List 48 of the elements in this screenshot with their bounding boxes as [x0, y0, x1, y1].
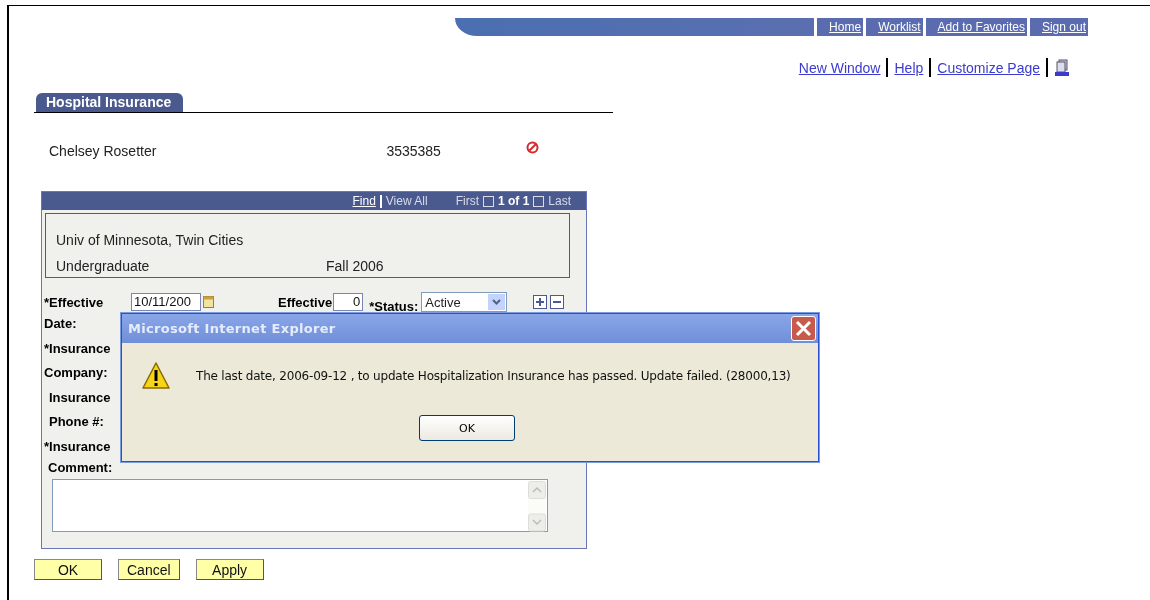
add-row-button[interactable] — [533, 295, 548, 309]
apply-button[interactable]: Apply — [195, 559, 264, 580]
field-label: Date: — [44, 315, 77, 333]
field-label: *Insurance — [44, 339, 111, 358]
student-id: 3535385 — [386, 143, 442, 159]
ok-button[interactable]: OK — [419, 415, 515, 441]
toolbar-link[interactable]: Customize Page — [937, 59, 1040, 76]
nav-link[interactable]: Worklist — [866, 18, 923, 36]
first-link[interactable]: First — [455, 194, 479, 208]
calendar-icon[interactable] — [203, 296, 214, 308]
plus-icon — [534, 296, 547, 308]
student-name: Chelsey Rosetter — [49, 143, 157, 159]
previous-button[interactable] — [482, 195, 494, 207]
document-icon[interactable] — [1054, 58, 1070, 77]
delete-row-button[interactable] — [550, 295, 565, 309]
row-count: 1 of 1 — [497, 194, 530, 208]
field-label: *Status: — [369, 298, 419, 314]
alert-message: The last date, 2006-09-12 , to update Hospitalization Insurance has passed. Update failed. (28000,13) — [196, 369, 791, 383]
nav-link[interactable]: Sign out — [1029, 18, 1088, 36]
last-link[interactable]: Last — [548, 194, 571, 208]
status-dropdown[interactable]: Active — [421, 292, 508, 312]
career-text: Undergraduate — [56, 258, 151, 274]
view-all-link[interactable]: View All — [385, 194, 428, 208]
find-link[interactable]: Find — [352, 194, 376, 208]
cancel-button[interactable]: Cancel — [118, 559, 180, 580]
field-label: Company: — [44, 364, 108, 382]
field-label: *Insurance — [44, 437, 111, 456]
date-field[interactable]: 10/11/200 — [131, 293, 201, 311]
field-label: Insurance — [48, 388, 111, 407]
nav-link[interactable]: Add to Favorites — [925, 18, 1027, 36]
toolbar-link[interactable]: New Window — [798, 59, 881, 76]
page-tab[interactable]: Hospital Insurance — [36, 93, 184, 112]
field-label: *Effective — [43, 294, 105, 310]
close-button[interactable] — [791, 316, 816, 341]
term-text: Fall 2006 — [326, 258, 384, 274]
ok-button[interactable]: OK — [34, 559, 102, 580]
toolbar-link[interactable]: Help — [894, 59, 924, 76]
scrollbar[interactable] — [528, 481, 546, 532]
warning-icon — [141, 361, 171, 391]
institution-name: Univ of Minnesota, Twin Cities — [56, 232, 245, 248]
field-label: Comment: — [48, 460, 114, 475]
nav-link[interactable]: Home — [817, 18, 864, 36]
dialog-title: Microsoft Internet Explorer — [128, 321, 336, 336]
next-button[interactable] — [533, 195, 545, 207]
sequence-field[interactable]: 0 — [333, 293, 364, 311]
field-label: Phone #: — [48, 413, 104, 431]
prohibited-icon — [526, 140, 540, 154]
field-label: Effective — [278, 294, 333, 310]
